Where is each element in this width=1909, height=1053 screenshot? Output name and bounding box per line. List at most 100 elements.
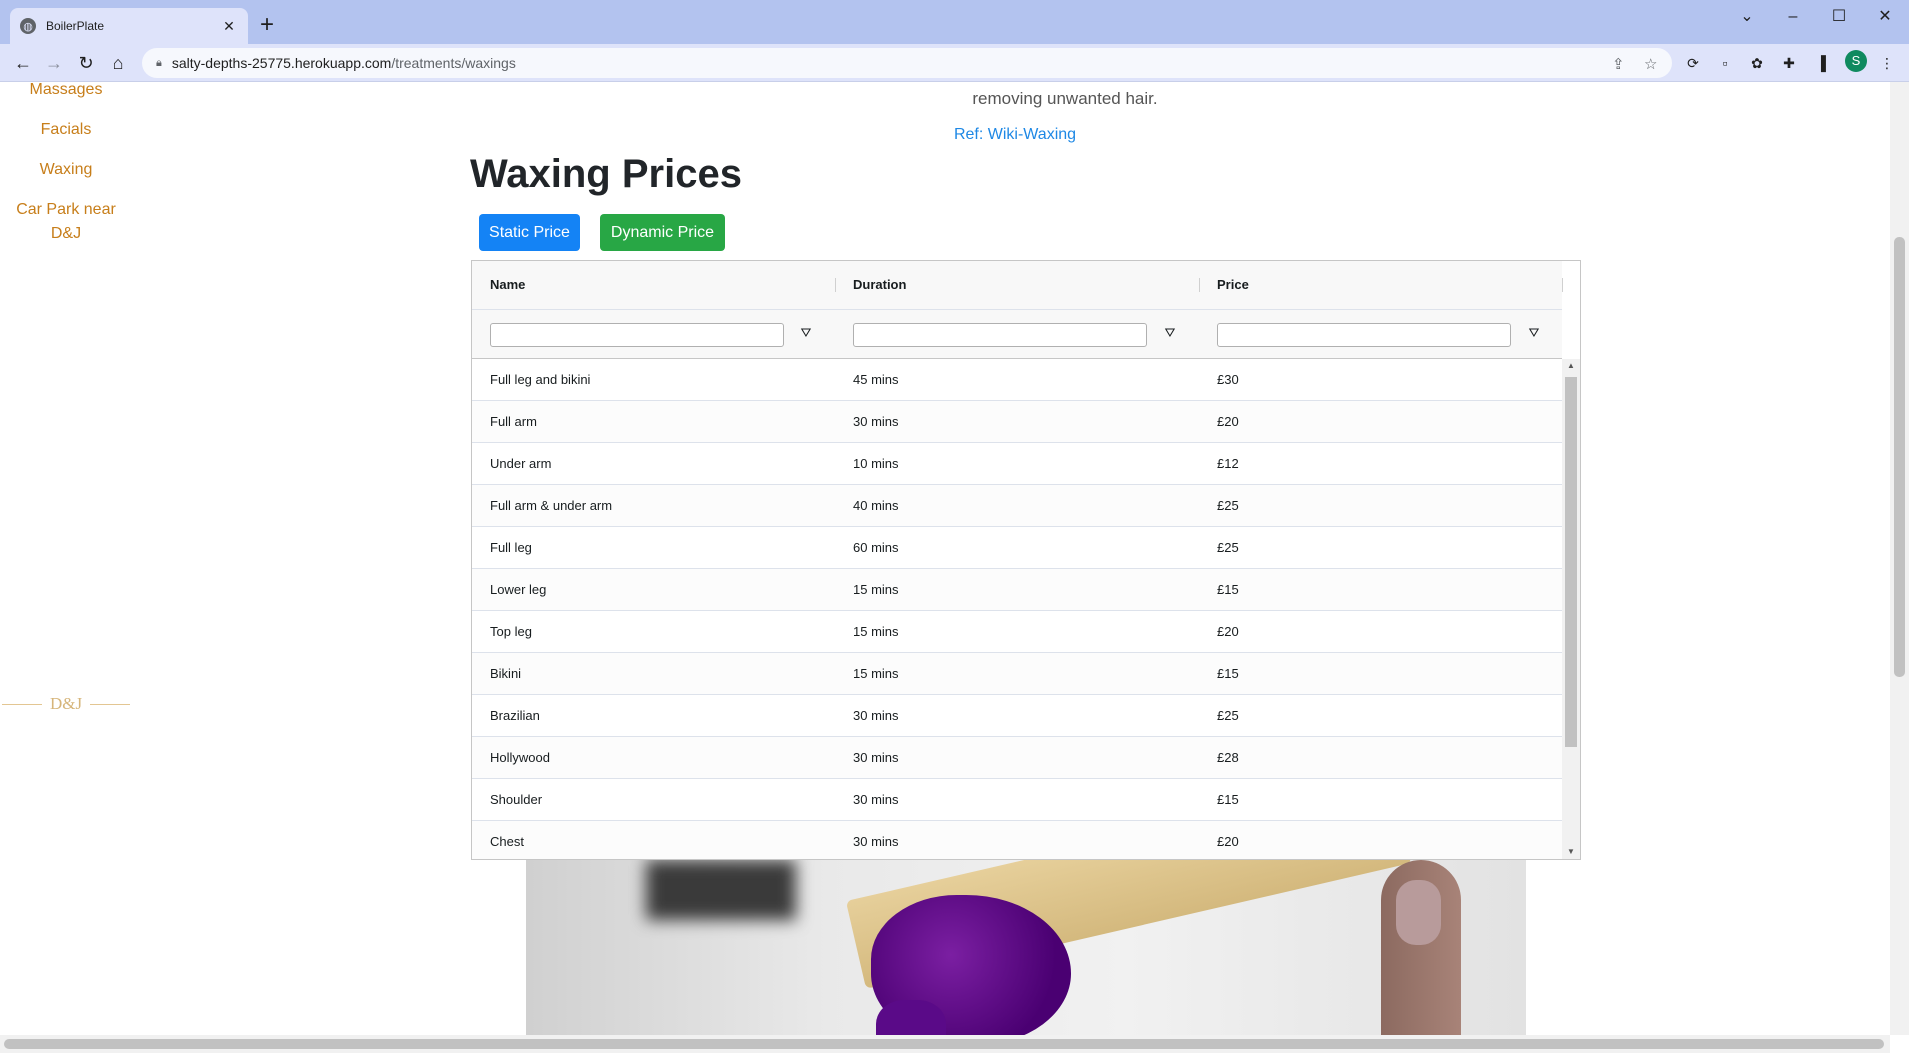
table-row[interactable]: Full arm 30 mins £20 — [472, 401, 1562, 443]
address-bar[interactable]: 🔒︎ salty-depths-25775.herokuapp.com /tre… — [142, 48, 1672, 78]
cell-name: Chest — [490, 834, 524, 849]
forward-icon[interactable]: → — [41, 50, 67, 76]
price-filter-input[interactable] — [1217, 323, 1511, 347]
browser-tab[interactable]: ◍ BoilerPlate ✕ — [10, 8, 248, 44]
page-hscrollbar-thumb[interactable] — [4, 1039, 1884, 1049]
cell-price: £25 — [1217, 708, 1239, 723]
page-vertical-scrollbar[interactable] — [1890, 82, 1909, 1035]
sidebar-item-car-park[interactable]: Car Park near — [0, 198, 132, 222]
grid-header: Name Duration Price ⛛ ⛛ ⛛ — [472, 261, 1563, 359]
cell-price: £15 — [1217, 792, 1239, 807]
cell-duration: 15 mins — [853, 624, 899, 639]
cell-price: £30 — [1217, 372, 1239, 387]
side-panel-icon[interactable]: ▐ — [1810, 52, 1832, 74]
share-icon[interactable]: ⇪ — [1612, 55, 1625, 73]
filter-icon[interactable]: ⛛ — [1161, 325, 1179, 341]
table-row[interactable]: Full leg and bikini 45 mins £30 — [472, 359, 1562, 401]
home-icon[interactable]: ⌂ — [105, 50, 131, 76]
globe-icon: ◍ — [20, 18, 36, 34]
cell-duration: 15 mins — [853, 582, 899, 597]
scroll-down-arrow-icon[interactable]: ▼ — [1562, 847, 1580, 856]
intro-text: removing unwanted hair. — [972, 89, 1158, 108]
cell-price: £12 — [1217, 456, 1239, 471]
cell-duration: 30 mins — [853, 708, 899, 723]
back-icon[interactable]: ← — [10, 50, 36, 76]
table-row[interactable]: Brazilian 30 mins £25 — [472, 695, 1562, 737]
brand-logo-text: D&J — [49, 694, 83, 713]
cell-name: Bikini — [490, 666, 522, 681]
table-row[interactable]: Shoulder 30 mins £15 — [472, 779, 1562, 821]
name-filter-input[interactable] — [490, 323, 784, 347]
reload-icon[interactable]: ↻ — [73, 50, 99, 76]
cell-price: £25 — [1217, 540, 1239, 555]
cell-price: £28 — [1217, 750, 1239, 765]
maximize-icon[interactable]: ☐ — [1816, 4, 1862, 30]
profile-avatar[interactable]: S — [1845, 50, 1867, 72]
extensions-puzzle-icon[interactable]: ✚ — [1778, 52, 1800, 74]
extension-b-icon[interactable]: ▫ — [1714, 52, 1736, 74]
lock-icon[interactable]: 🔒︎ — [156, 57, 162, 70]
menu-kebab-icon[interactable]: ⋮ — [1876, 52, 1898, 74]
cell-duration: 15 mins — [853, 666, 899, 681]
cell-price: £20 — [1217, 624, 1239, 639]
grid-scrollbar[interactable]: ▲ ▼ — [1562, 359, 1580, 859]
grid-scrollbar-thumb[interactable] — [1565, 377, 1577, 747]
page-title: Waxing Prices — [470, 152, 742, 196]
bookmark-star-icon[interactable]: ☆ — [1644, 55, 1657, 73]
scroll-up-arrow-icon[interactable]: ▲ — [1562, 361, 1580, 370]
table-row[interactable]: Hollywood 30 mins £28 — [472, 737, 1562, 779]
tab-search-icon[interactable]: ⌄ — [1724, 4, 1770, 30]
sidebar-item-car-park-line2[interactable]: D&J — [0, 222, 132, 246]
url-host: salty-depths-25775.herokuapp.com — [171, 55, 392, 71]
extension-sync-icon[interactable]: ⟳ — [1682, 52, 1704, 74]
page-horizontal-scrollbar[interactable] — [0, 1035, 1890, 1053]
table-row[interactable]: Lower leg 15 mins £15 — [472, 569, 1562, 611]
column-header-name[interactable]: Name — [472, 261, 525, 309]
url-path: /treatments/waxings — [391, 55, 516, 71]
page-viewport: Massages Facials Waxing Car Park near D&… — [0, 82, 1890, 1035]
cell-price: £25 — [1217, 498, 1239, 513]
cell-price: £15 — [1217, 666, 1239, 681]
cell-price: £15 — [1217, 582, 1239, 597]
page-scrollbar-thumb[interactable] — [1894, 237, 1905, 677]
cell-duration: 30 mins — [853, 834, 899, 849]
brand-logo: D&J — [2, 694, 130, 714]
cell-name: Full leg and bikini — [490, 372, 591, 387]
price-grid: Name Duration Price ⛛ ⛛ ⛛ Full leg and b… — [471, 260, 1581, 860]
minimize-icon[interactable]: – — [1770, 4, 1816, 30]
cell-name: Top leg — [490, 624, 532, 639]
cell-name: Shoulder — [490, 792, 543, 807]
cell-name: Full leg — [490, 540, 532, 555]
static-price-button[interactable]: Static Price — [479, 214, 580, 251]
table-row[interactable]: Bikini 15 mins £15 — [472, 653, 1562, 695]
filter-icon[interactable]: ⛛ — [1525, 325, 1543, 341]
cell-name: Hollywood — [490, 750, 550, 765]
cell-duration: 30 mins — [853, 750, 899, 765]
filter-icon[interactable]: ⛛ — [797, 325, 815, 341]
cell-price: £20 — [1217, 834, 1239, 849]
cell-duration: 40 mins — [853, 498, 899, 513]
extension-plant-icon[interactable]: ✿ — [1746, 52, 1768, 74]
dynamic-price-button[interactable]: Dynamic Price — [600, 214, 725, 251]
sidebar-item-facials[interactable]: Facials — [0, 118, 132, 142]
new-tab-icon[interactable]: + — [260, 12, 274, 38]
cell-duration: 10 mins — [853, 456, 899, 471]
table-row[interactable]: Full leg 60 mins £25 — [472, 527, 1562, 569]
table-row[interactable]: Top leg 15 mins £20 — [472, 611, 1562, 653]
table-row[interactable]: Full arm & under arm 40 mins £25 — [472, 485, 1562, 527]
cell-name: Under arm — [490, 456, 552, 471]
table-row[interactable]: Chest 30 mins £20 — [472, 821, 1562, 859]
close-tab-icon[interactable]: ✕ — [220, 18, 238, 35]
cell-name: Full arm & under arm — [490, 498, 613, 513]
close-window-icon[interactable]: ✕ — [1862, 4, 1908, 30]
browser-toolbar: ← → ↻ ⌂ 🔒︎ salty-depths-25775.herokuapp.… — [0, 44, 1909, 82]
cell-duration: 45 mins — [853, 372, 899, 387]
duration-filter-input[interactable] — [853, 323, 1147, 347]
sidebar-item-massages[interactable]: Massages — [0, 82, 132, 102]
column-header-duration[interactable]: Duration — [835, 261, 906, 309]
cell-name: Full arm — [490, 414, 537, 429]
ref-wiki-waxing-link[interactable]: Ref: Wiki-Waxing — [865, 126, 1165, 144]
sidebar-item-waxing[interactable]: Waxing — [0, 158, 132, 182]
table-row[interactable]: Under arm 10 mins £12 — [472, 443, 1562, 485]
column-header-price[interactable]: Price — [1199, 261, 1249, 309]
